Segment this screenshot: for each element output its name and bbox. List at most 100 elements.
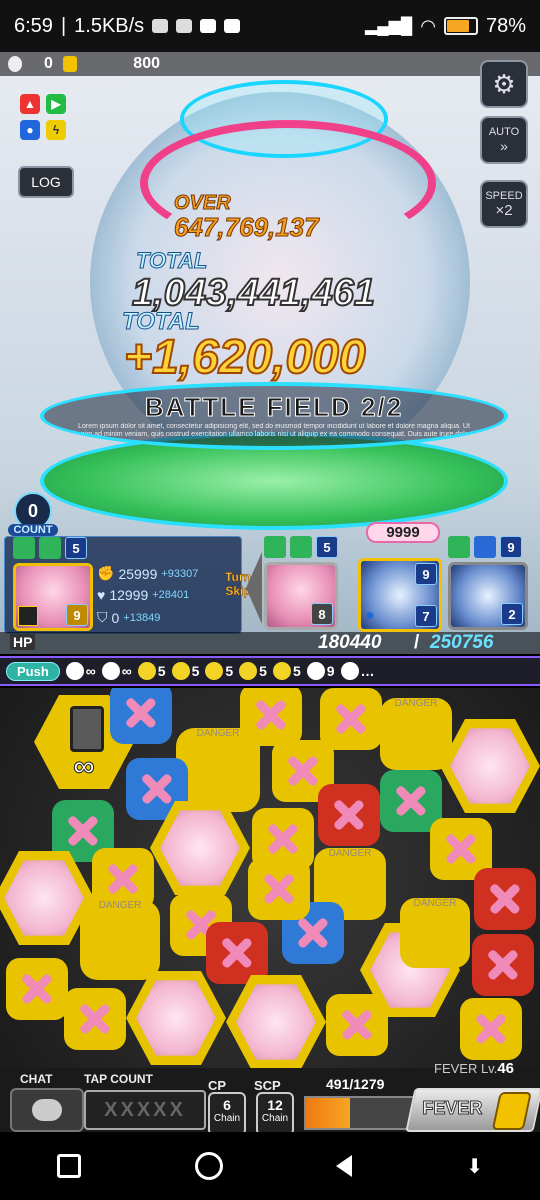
water-element-icon: ● [20, 120, 40, 140]
bottom-hud: CHAT TAP COUNT XXXXX CP 6 Chain SCP 12 Cha… [0, 1060, 540, 1136]
hp-bonus: +28401 [152, 589, 190, 601]
yellow-x-tile[interactable] [6, 958, 68, 1020]
log-button[interactable]: LOG [18, 166, 74, 198]
wifi-icon: ◠ [420, 15, 436, 36]
double-chevron-icon: » [500, 138, 508, 154]
yellow-character-tile[interactable] [126, 971, 226, 1065]
total2-value: +1,620,000 [123, 330, 367, 385]
chat-button[interactable] [10, 1088, 84, 1132]
fist-skill-icon [39, 537, 61, 559]
turn-skip-arrow-icon [246, 552, 262, 624]
enemy-2[interactable]: 9999 9 7 ● [358, 522, 448, 632]
enemy-2-badge: 9 [415, 563, 437, 585]
enemy-2-hp-label: 9999 [366, 522, 440, 543]
tap-count-value: XXXXX [84, 1090, 206, 1130]
red-x-tile[interactable] [474, 868, 536, 930]
dp-icon [65, 662, 84, 680]
yellow-x-tile[interactable] [320, 688, 382, 750]
blue-x-tile[interactable] [110, 688, 172, 744]
yellow-skull-tile[interactable]: DANGER [400, 898, 470, 968]
count-label: COUNT [8, 524, 58, 536]
bolt-icon [239, 662, 258, 680]
heart-icon: ♥ [97, 587, 106, 603]
tap-count-label: TAP COUNT [84, 1072, 153, 1086]
home-button[interactable] [194, 1152, 223, 1180]
scp-chain-box: 12 Chain [256, 1092, 294, 1136]
red-x-tile[interactable] [206, 922, 268, 984]
red-x-tile[interactable] [472, 934, 534, 996]
player-skill-num: 5 [65, 537, 87, 559]
yellow-skull-tile[interactable]: DANGER [80, 900, 160, 980]
enemy-1-portrait: 8 [264, 562, 338, 630]
recent-apps-button[interactable] [56, 1154, 81, 1178]
defense-stat: ⛉ 0 +13849 [97, 609, 160, 626]
hp-stat: ♥ 12999 +28401 [97, 587, 189, 603]
battery-percent: 78% [485, 14, 526, 37]
yellow-skull-tile[interactable]: DANGER [176, 728, 260, 812]
divider: | [60, 14, 67, 37]
youtube-icon [200, 19, 217, 33]
clock: 6:59 [14, 14, 53, 37]
enemy-3[interactable]: 9 2 [448, 536, 536, 632]
enemy-3-bottom-num: 2 [501, 603, 523, 625]
fever-level-value: 46 [497, 1060, 515, 1077]
coin-count: 800 [133, 55, 160, 72]
player-level: 9 [66, 604, 88, 626]
battery-icon [443, 17, 478, 35]
infinity-label: ∞ [73, 750, 95, 784]
heart-skill-icon [13, 537, 35, 559]
danger-label: DANGER [196, 728, 240, 739]
attack-value: 25999 [118, 565, 158, 582]
mute-icon [152, 19, 169, 33]
settings-button[interactable]: ⚙ [480, 60, 528, 108]
enemy-3-badge: 9 [500, 536, 522, 558]
yellow-character-tile[interactable] [226, 975, 326, 1068]
coin-icon [62, 56, 77, 72]
defense-bonus: +13849 [123, 611, 161, 624]
yellow-skull-tile[interactable]: DANGER [380, 698, 452, 770]
total-label: TOTAL [135, 248, 208, 274]
egg-count: 0 [44, 55, 53, 72]
skill-value: 5 [259, 663, 267, 679]
cp-unit: Chain [213, 1113, 241, 1124]
signal-icon: ▂▄▆█ [364, 18, 413, 35]
sun-icon [137, 662, 156, 680]
yellow-character-tile[interactable] [440, 719, 540, 813]
yellow-x-tile[interactable] [326, 994, 388, 1056]
fever-button[interactable]: FEVER [405, 1088, 540, 1132]
club-white-icon [340, 662, 359, 680]
assist-button[interactable]: ⬇ [466, 1154, 483, 1179]
cp-chain-box: 6 Chain [208, 1092, 246, 1136]
skill-item: … [340, 662, 375, 680]
red-x-tile[interactable] [318, 784, 380, 846]
danger-label: DANGER [413, 898, 457, 909]
scp-value: 12 [267, 1097, 283, 1113]
thunder-element-icon: ϟ [46, 120, 66, 140]
battle-field-lore: Lorem ipsum dolor sit amet, consectetur … [77, 423, 471, 438]
cp-value: 6 [223, 1097, 231, 1113]
yellow-x-tile[interactable] [64, 988, 126, 1050]
skill-value: 5 [191, 663, 200, 679]
defense-value: 0 [111, 609, 120, 626]
fist-skill-icon [290, 536, 312, 558]
navigation-bar: ⬇ [0, 1132, 540, 1200]
skill-icons-row: 5 [13, 537, 87, 559]
scp-label: SCP [254, 1078, 281, 1093]
puzzle-board[interactable]: ∞ DANGER DANGER DANGER DANGER DANGER [0, 688, 540, 1068]
enemy-3-portrait: 2 [448, 562, 528, 630]
back-button[interactable] [336, 1155, 353, 1177]
player-portrait[interactable]: 9 [13, 563, 93, 631]
yellow-x-tile[interactable] [248, 858, 310, 920]
water-drop-icon: ● [365, 607, 375, 624]
yellow-x-tile[interactable] [460, 998, 522, 1060]
attack-stat: ✊ 25999 +93307 [97, 565, 198, 582]
battle-area: 0 800 ▲ ▶ ● ϟ LOG ⚙ AUTO » SPEED ×2 OVER… [0, 52, 540, 654]
skill-item: 9 [306, 662, 335, 680]
chat-bubble-icon [32, 1099, 62, 1121]
auto-button[interactable]: AUTO » [480, 116, 528, 164]
push-button[interactable]: Push [6, 661, 60, 681]
speed-value: ×2 [495, 201, 513, 219]
enemy-1[interactable]: 5 8 [264, 536, 354, 632]
egg-icon [8, 56, 22, 72]
speed-button[interactable]: SPEED ×2 [480, 180, 528, 228]
